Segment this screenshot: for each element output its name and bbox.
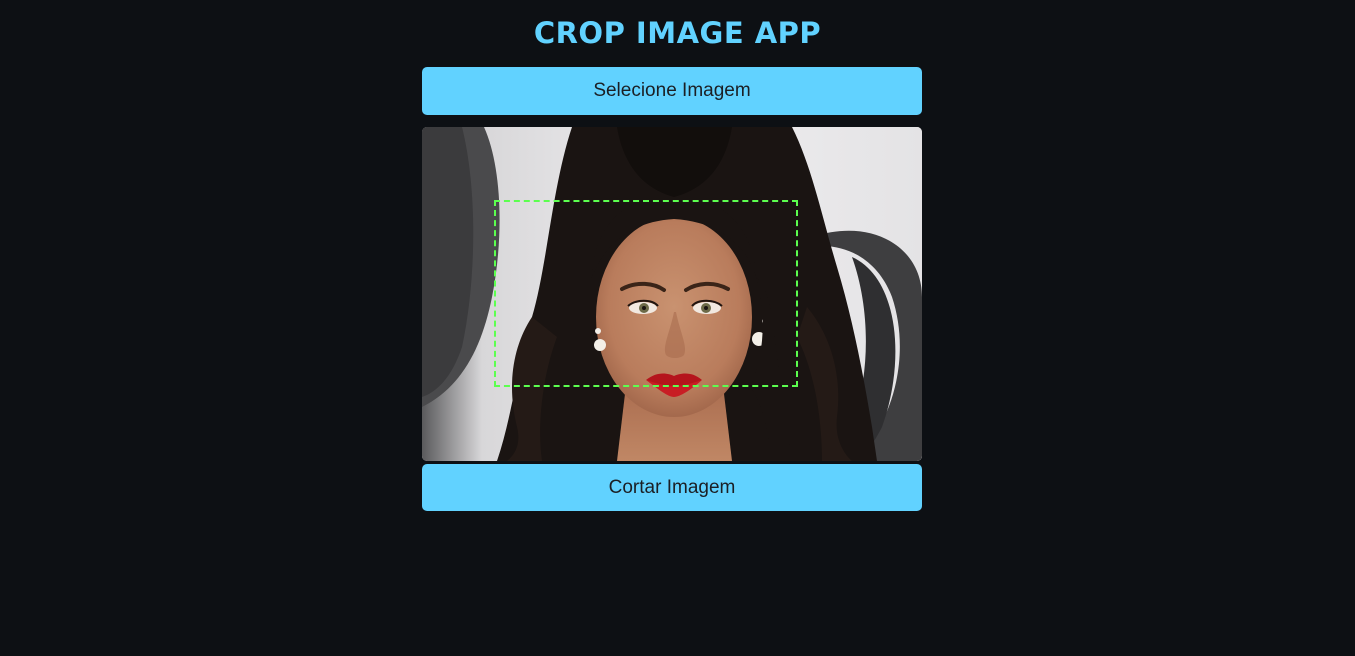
select-image-button[interactable]: Selecione Imagem [422,67,922,115]
crop-image-app: CROP IMAGE APP Selecione Imagem Cortar I… [0,0,1355,656]
page-title: CROP IMAGE APP [533,16,822,50]
crop-selection-box[interactable] [494,200,798,387]
crop-image-button[interactable]: Cortar Imagem [422,464,922,511]
image-preview[interactable] [422,127,922,461]
